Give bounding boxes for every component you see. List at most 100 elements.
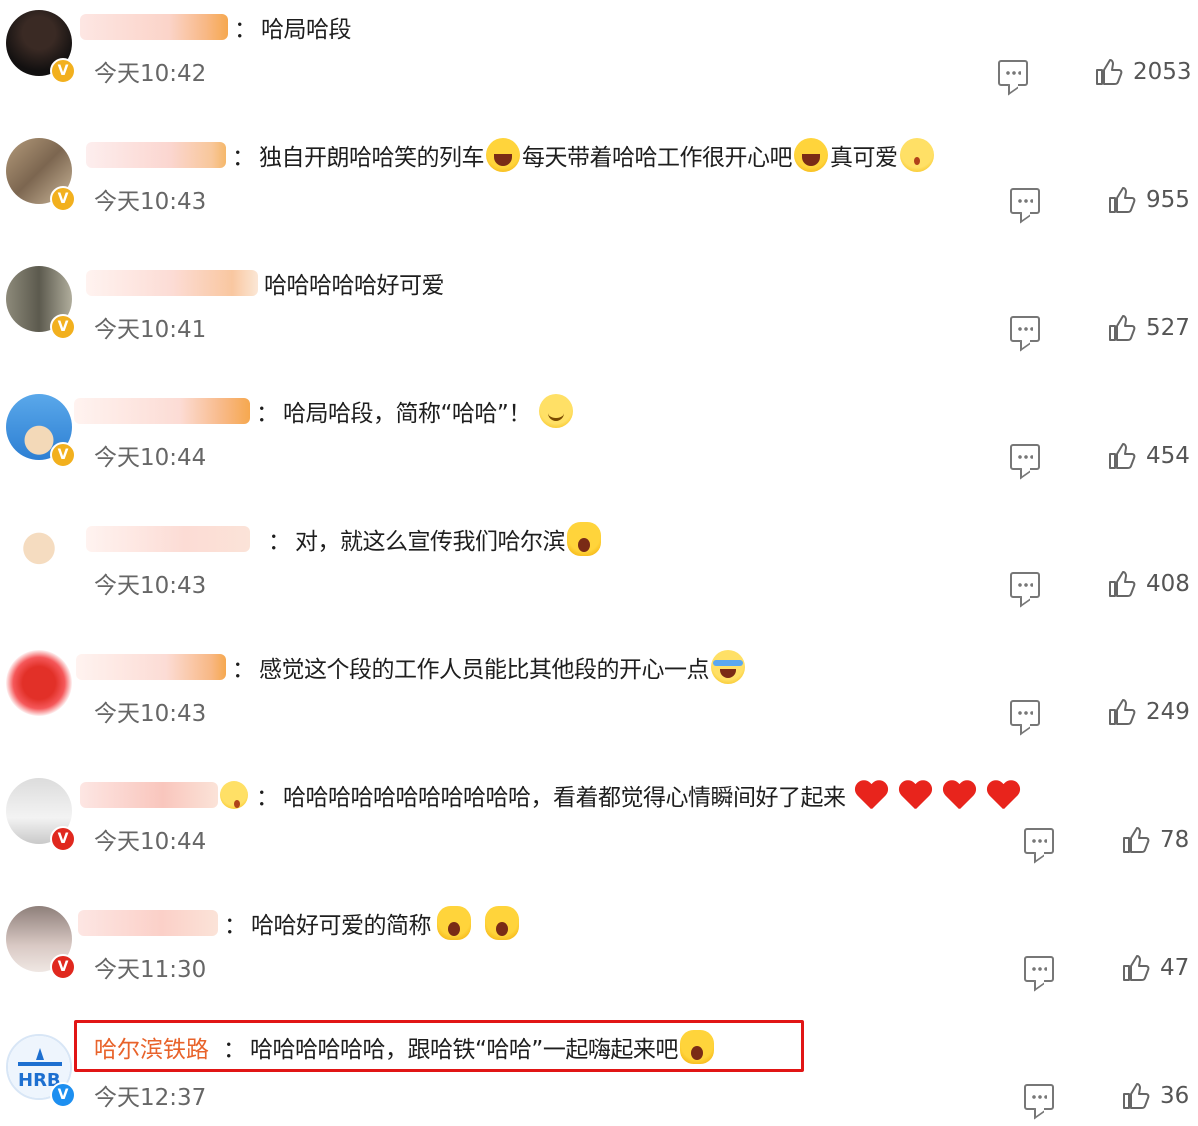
avatar[interactable]: V xyxy=(6,906,76,980)
smile-emoji-icon xyxy=(538,394,573,428)
thumbs-up-icon xyxy=(1096,59,1123,85)
comment-bubble-icon[interactable] xyxy=(1010,700,1040,726)
blurred-username[interactable] xyxy=(76,654,226,680)
like-button[interactable]: 36 xyxy=(1122,1082,1189,1110)
verified-badge-icon: V xyxy=(50,1082,76,1108)
verified-badge-icon: V xyxy=(50,442,76,468)
like-button[interactable]: 47 xyxy=(1122,954,1189,982)
avatar[interactable]: V xyxy=(6,266,76,340)
comment-text-2: 每天带着哈哈工作很开心吧 xyxy=(522,145,793,171)
comment-text: 哈局哈段 xyxy=(261,17,352,43)
like-button[interactable]: 955 xyxy=(1108,186,1190,214)
blurred-username[interactable] xyxy=(86,526,250,552)
tears-of-joy-emoji-icon xyxy=(711,650,745,684)
verified-badge-icon: V xyxy=(50,954,76,980)
thumbs-up-icon xyxy=(1109,187,1136,213)
comment-text: 感觉这个段的工作人员能比其他段的开心一点 xyxy=(259,657,710,683)
like-count: 249 xyxy=(1146,699,1190,725)
avatar[interactable]: V xyxy=(6,778,76,852)
thumbs-up-icon xyxy=(1109,315,1136,341)
heart-emoji-icon xyxy=(854,779,888,811)
comment-text: 哈哈好可爱的简称 xyxy=(251,913,432,939)
comment-time: 今天10:43 xyxy=(94,573,207,599)
verified-badge-icon: V xyxy=(50,186,76,212)
comment-item: V 哈哈哈哈哈好可爱 今天10:41 527 xyxy=(0,256,1198,384)
kiss-emoji-icon xyxy=(899,138,934,172)
official-username[interactable]: 哈尔滨铁路 xyxy=(94,1030,209,1064)
like-count: 78 xyxy=(1160,827,1190,853)
like-button[interactable]: 2053 xyxy=(1095,58,1192,86)
comment-bubble-icon[interactable] xyxy=(1024,828,1054,854)
comment-bubble-icon[interactable] xyxy=(1024,1084,1054,1110)
comment-item: V ： 哈哈好可爱的简称 今天11:30 47 xyxy=(0,896,1198,1024)
laugh-emoji-icon xyxy=(486,138,520,172)
comment-time: 今天10:41 xyxy=(94,317,207,343)
avatar[interactable] xyxy=(6,522,74,590)
comment-time: 今天10:43 xyxy=(94,701,207,727)
scream-emoji-icon xyxy=(679,1030,714,1064)
verified-badge-icon: V xyxy=(50,314,76,340)
like-button[interactable]: 408 xyxy=(1108,570,1190,598)
verified-badge-icon: V xyxy=(50,826,76,852)
like-button[interactable]: 78 xyxy=(1122,826,1189,854)
comment-bubble-icon[interactable] xyxy=(1010,572,1040,598)
comment-bubble-icon[interactable] xyxy=(1010,444,1040,470)
thumbs-up-icon xyxy=(1109,443,1136,469)
love-struck-emoji-icon xyxy=(437,906,471,940)
comment-item: V ： 哈局哈段，简称“哈哈”！ 今天10:44 454 xyxy=(0,384,1198,512)
like-button[interactable]: 527 xyxy=(1108,314,1190,342)
comment-item: ： 感觉这个段的工作人员能比其他段的开心一点 今天10:43 249 xyxy=(0,640,1198,768)
comment-text: 哈哈哈哈哈哈，跟哈铁“哈哈”一起嗨起来吧 xyxy=(250,1037,678,1063)
like-count: 36 xyxy=(1160,1083,1190,1109)
laugh-emoji-icon xyxy=(794,138,828,172)
comment-time: 今天11:30 xyxy=(94,957,207,983)
like-count: 527 xyxy=(1146,315,1190,341)
kiss-emoji-icon xyxy=(220,781,248,809)
heart-emoji-icon xyxy=(986,779,1020,811)
avatar[interactable]: V xyxy=(6,10,76,84)
comment-bubble-icon[interactable] xyxy=(998,60,1028,86)
comment-item: V ： 哈局哈段 今天10:42 2053 xyxy=(0,0,1198,128)
blurred-username[interactable] xyxy=(86,142,226,168)
thumbs-up-icon xyxy=(1109,571,1136,597)
like-count: 47 xyxy=(1160,955,1190,981)
blurred-username[interactable] xyxy=(80,14,228,40)
avatar[interactable]: V xyxy=(6,138,76,212)
blurred-username[interactable] xyxy=(74,398,250,424)
comment-text: 对，就这么宣传我们哈尔滨 xyxy=(295,529,566,555)
comment-item: V ： 哈哈哈哈哈哈哈哈哈哈哈，看着都觉得心情瞬间好了起来 今天10:44 78 xyxy=(0,768,1198,896)
comment-time: 今天12:37 xyxy=(94,1085,207,1111)
comment-bubble-icon[interactable] xyxy=(1010,188,1040,214)
comment-text: 独自开朗哈哈笑的列车 xyxy=(259,145,485,171)
comment-time: 今天10:42 xyxy=(94,61,207,87)
thumbs-up-icon xyxy=(1123,827,1150,853)
comment-text-3: 真可爱 xyxy=(830,145,898,171)
like-button[interactable]: 454 xyxy=(1108,442,1190,470)
comment-time: 今天10:44 xyxy=(94,829,207,855)
blurred-username[interactable] xyxy=(86,270,258,296)
like-count: 454 xyxy=(1146,443,1190,469)
comment-item: V ： 独自开朗哈哈笑的列车 每天带着哈哈工作很开心吧 真可爱 今天10:43 … xyxy=(0,128,1198,256)
comment-time: 今天10:43 xyxy=(94,189,207,215)
comment-item-official: HRB V 哈尔滨铁路 ： 哈哈哈哈哈哈，跟哈铁“哈哈”一起嗨起来吧 今天12:… xyxy=(0,1024,1198,1126)
thumbs-up-icon xyxy=(1109,699,1136,725)
comment-text: 哈局哈段，简称“哈哈”！ xyxy=(283,401,531,427)
comment-time: 今天10:44 xyxy=(94,445,207,471)
blurred-username[interactable] xyxy=(78,910,218,936)
comment-text: 哈哈哈哈哈哈哈哈哈哈哈，看着都觉得心情瞬间好了起来 xyxy=(283,785,846,811)
avatar[interactable]: V xyxy=(6,394,76,468)
blurred-username[interactable] xyxy=(80,782,218,808)
comment-bubble-icon[interactable] xyxy=(1010,316,1040,342)
like-count: 955 xyxy=(1146,187,1190,213)
thumbs-up-icon xyxy=(1123,1083,1150,1109)
comment-text: 哈哈哈哈哈好可爱 xyxy=(264,273,445,299)
like-button[interactable]: 249 xyxy=(1108,698,1190,726)
avatar[interactable] xyxy=(6,650,74,718)
verified-badge-icon: V xyxy=(50,58,76,84)
heart-emoji-icon xyxy=(898,779,932,811)
scream-emoji-icon xyxy=(567,522,601,556)
love-struck-emoji-icon xyxy=(485,906,519,940)
comment-item: ： 对，就这么宣传我们哈尔滨 今天10:43 408 xyxy=(0,512,1198,640)
comment-bubble-icon[interactable] xyxy=(1024,956,1054,982)
avatar[interactable]: HRB V xyxy=(6,1034,76,1108)
